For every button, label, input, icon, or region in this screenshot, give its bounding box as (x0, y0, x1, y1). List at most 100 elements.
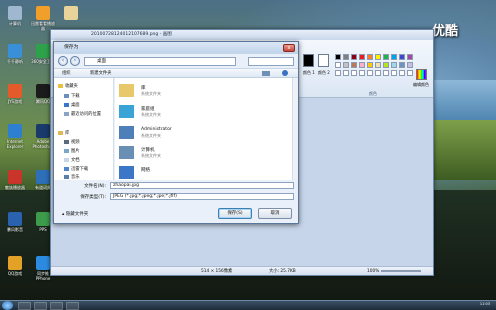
desktop-icon-5[interactable]: JYS游戏 (2, 84, 28, 104)
palette-swatch[interactable] (335, 70, 341, 76)
palette-swatch[interactable] (375, 70, 381, 76)
taskbar-paint[interactable] (66, 302, 79, 310)
view-options-icon[interactable] (262, 71, 270, 76)
nav-favorites[interactable]: 收藏夹 (58, 83, 78, 89)
desktop-icon-9[interactable]: 魅族播放器 (2, 170, 28, 190)
nav-libraries[interactable]: 库 (58, 130, 69, 136)
file-item[interactable]: 计算机 系统文件夹 (119, 146, 219, 162)
folder-icon (119, 146, 134, 159)
palette-swatch[interactable] (407, 54, 413, 60)
file-list-scrollbar[interactable] (292, 78, 298, 180)
palette-swatch[interactable] (407, 62, 413, 68)
palette-swatch[interactable] (383, 54, 389, 60)
desktop-icon-label: QQ游戏 (7, 271, 23, 276)
palette-swatch[interactable] (399, 62, 405, 68)
cancel-button[interactable]: 取消 (258, 208, 292, 219)
dialog-title: 保存为 (54, 42, 298, 54)
hide-folders-toggle[interactable]: ▴ 隐藏文件夹 (62, 211, 88, 217)
folder-icon (119, 166, 134, 179)
file-item[interactable]: Administrator 系统文件夹 (119, 126, 219, 142)
desktop-icon-2[interactable] (58, 6, 84, 21)
palette-swatch[interactable] (383, 70, 389, 76)
app-icon (8, 256, 22, 270)
palette-swatch[interactable] (343, 62, 349, 68)
palette-swatch[interactable] (343, 70, 349, 76)
nav-thunder[interactable]: 迅雷下载 (64, 166, 88, 172)
palette-swatch[interactable] (335, 54, 341, 60)
color1-swatch[interactable] (303, 54, 314, 67)
nav-videos[interactable]: 视频 (64, 139, 80, 145)
video-watermark: 优酷 (432, 24, 459, 39)
filename-label: 文件名(N): (84, 184, 106, 189)
palette-swatch[interactable] (351, 70, 357, 76)
app-icon (8, 124, 22, 138)
address-bar[interactable]: 桌面 (84, 57, 236, 66)
organize-button[interactable]: 组织 (62, 69, 71, 78)
nav-pictures[interactable]: 图片 (64, 148, 80, 154)
zoom-slider[interactable] (381, 270, 421, 272)
palette-swatch[interactable] (351, 62, 357, 68)
taskbar: 11:03 (0, 300, 496, 310)
palette-swatch[interactable] (367, 54, 373, 60)
file-type: 系统文件夹 (141, 112, 161, 117)
palette-swatch[interactable] (367, 70, 373, 76)
palette-swatch[interactable] (351, 54, 357, 60)
desktop-icon-0[interactable]: 计算机 (2, 6, 28, 26)
palette-swatch[interactable] (359, 62, 365, 68)
nav-downloads[interactable]: 下载 (64, 93, 80, 99)
documents-icon (64, 157, 69, 162)
taskbar-ie[interactable] (18, 302, 31, 310)
palette-swatch[interactable] (407, 70, 413, 76)
chevron-up-icon: ▴ (62, 212, 65, 217)
app-icon (8, 84, 22, 98)
app-icon (8, 212, 22, 226)
app-icon (8, 170, 22, 184)
desktop-icon-11[interactable]: 暴风影音 (2, 212, 28, 232)
palette-swatch[interactable] (391, 54, 397, 60)
palette-swatch[interactable] (399, 70, 405, 76)
nav-desktop[interactable]: 桌面 (64, 102, 80, 108)
system-clock[interactable]: 11:03 (480, 302, 490, 306)
save-button[interactable]: 保存(S) (218, 208, 252, 219)
filetype-label: 保存类型(T): (80, 195, 106, 200)
desktop-icon-3[interactable]: 千千静听 (2, 44, 28, 64)
palette-swatch[interactable] (375, 54, 381, 60)
palette-swatch[interactable] (335, 62, 341, 68)
palette-swatch[interactable] (367, 62, 373, 68)
edit-colors-label[interactable]: 编辑颜色 (413, 82, 429, 88)
palette-swatch[interactable] (383, 62, 389, 68)
palette-swatch[interactable] (399, 54, 405, 60)
file-item[interactable]: 库系统文件夹 (119, 84, 219, 100)
taskbar-explorer[interactable] (34, 302, 47, 310)
app-icon (36, 84, 50, 98)
desktop-icon-7[interactable]: Internet Explorer (2, 124, 28, 149)
color2-label: 颜色 2 (318, 70, 330, 75)
desktop-icon-label: 魅族播放器 (5, 185, 25, 190)
desktop-icon-label: JYS游戏 (7, 99, 23, 104)
back-arrow-icon[interactable]: ‹ (58, 56, 68, 66)
desktop-icon-1[interactable]: 迅雷看看播放器 (30, 6, 56, 31)
taskbar-media[interactable] (50, 302, 63, 310)
edit-colors-icon[interactable] (416, 69, 427, 80)
close-button[interactable]: x (283, 44, 295, 52)
desktop-icon-label: Internet Explorer (6, 139, 24, 149)
palette-swatch[interactable] (375, 62, 381, 68)
search-input[interactable] (248, 57, 294, 66)
app-icon (36, 212, 50, 226)
forward-arrow-icon[interactable]: › (70, 56, 80, 66)
palette-swatch[interactable] (359, 54, 365, 60)
palette-swatch[interactable] (391, 62, 397, 68)
desktop-icon-13[interactable]: QQ游戏 (2, 256, 28, 276)
file-item[interactable]: 家庭组 系统文件夹 (119, 105, 219, 121)
filename-input[interactable]: zhaopai.jpg (110, 182, 294, 189)
nav-recent[interactable]: 最近访问的位置 (64, 111, 101, 117)
palette-swatch[interactable] (391, 70, 397, 76)
palette-swatch[interactable] (359, 70, 365, 76)
color2-swatch[interactable] (318, 54, 329, 67)
palette-swatch[interactable] (343, 54, 349, 60)
new-folder-button[interactable]: 新建文件夹 (90, 69, 111, 78)
nav-documents[interactable]: 文档 (64, 157, 80, 163)
help-icon[interactable] (282, 70, 288, 76)
filetype-select[interactable]: JPEG (*.jpg;*.jpeg;*.jpe;*.jfif) (110, 193, 294, 200)
start-button[interactable] (2, 301, 13, 310)
